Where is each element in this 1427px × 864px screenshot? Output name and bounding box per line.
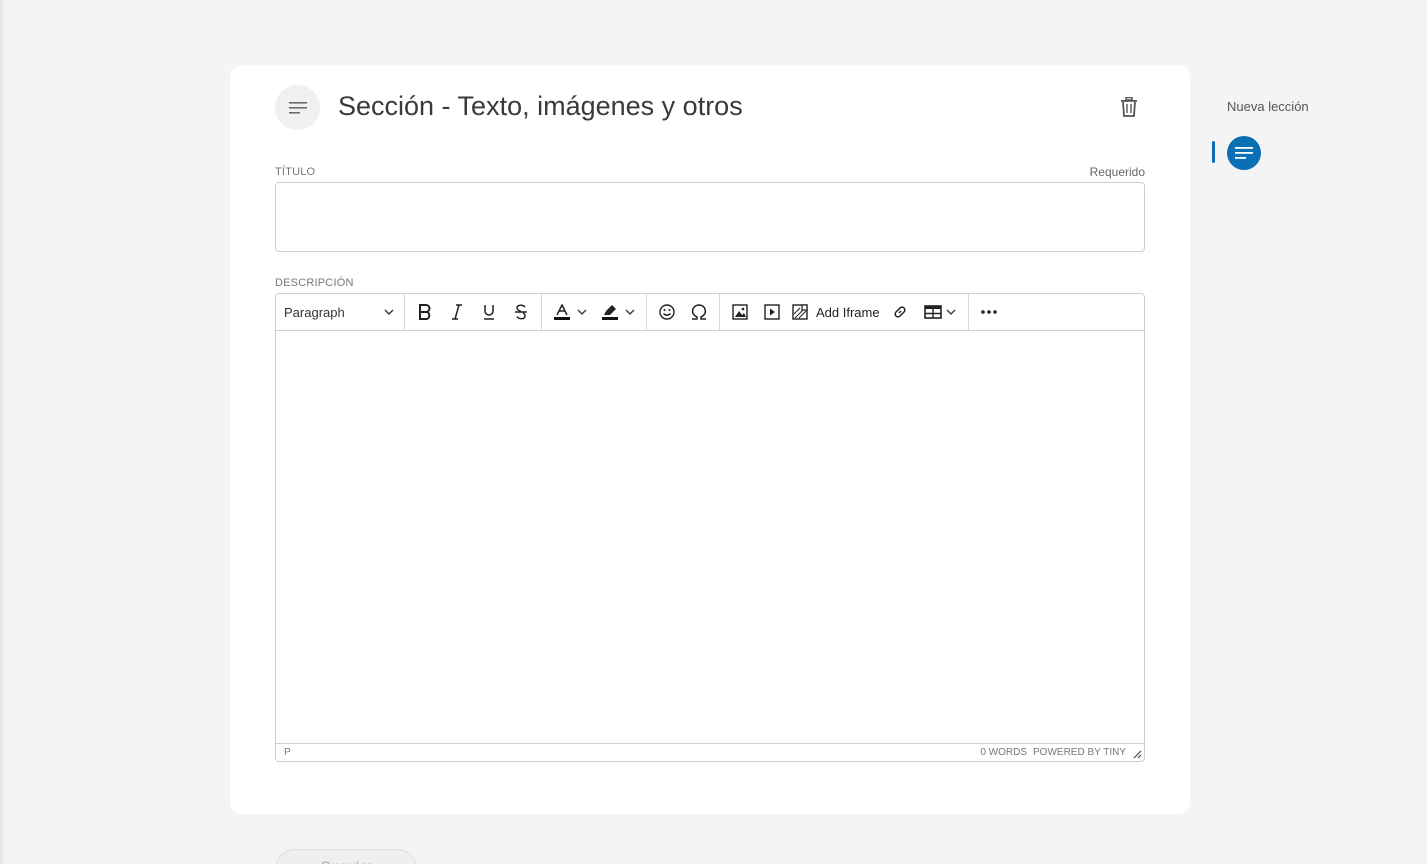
iframe-icon [792, 304, 808, 320]
toolbar-group-media: Add Iframe [720, 294, 969, 331]
toolbar-group-style [405, 294, 542, 331]
bold-button[interactable] [409, 298, 441, 326]
section-type-badge [275, 85, 320, 130]
emoji-button[interactable] [651, 298, 683, 326]
block-format-value: Paragraph [284, 304, 345, 320]
editor-content-area[interactable] [276, 331, 1144, 744]
toolbar-group-color [542, 294, 647, 331]
toolbar-group-format: Paragraph [276, 294, 405, 331]
title-input[interactable] [275, 182, 1145, 252]
trash-icon [1121, 97, 1137, 117]
bold-icon [419, 304, 431, 320]
toolbar-group-insert-char [647, 294, 720, 331]
underline-icon [484, 305, 494, 320]
table-button[interactable] [916, 298, 964, 326]
highlight-color-button[interactable] [594, 298, 642, 326]
delete-section-button[interactable] [1117, 95, 1141, 119]
insert-link-button[interactable] [884, 298, 916, 326]
editor-toolbar: Paragraph Add Iframe [276, 294, 1144, 331]
italic-icon [452, 304, 462, 320]
resize-handle-icon[interactable] [1133, 750, 1142, 759]
emoji-icon [659, 304, 675, 320]
insert-media-button[interactable] [756, 298, 788, 326]
toolbar-group-more [969, 294, 1009, 331]
lesson-nav-item[interactable] [1227, 136, 1261, 170]
element-path[interactable]: P [284, 747, 291, 758]
description-field-label: DESCRIPCIÓN [275, 277, 354, 289]
section-card: Sección - Texto, imágenes y otros TÍTULO… [230, 65, 1190, 814]
link-icon [894, 306, 906, 318]
special-character-button[interactable] [683, 298, 715, 326]
block-format-select[interactable]: Paragraph [278, 298, 400, 326]
editor-statusbar: P 0 WORDS POWERED BY TINY [276, 743, 1144, 761]
strikethrough-icon [515, 304, 527, 320]
section-title: Sección - Texto, imágenes y otros [338, 91, 743, 121]
text-lines-icon [288, 101, 307, 114]
active-lesson-indicator [1212, 141, 1215, 163]
new-lesson-label: Nueva lección [1227, 99, 1309, 114]
left-edge-divider [0, 0, 3, 864]
insert-image-button[interactable] [724, 298, 756, 326]
save-button[interactable]: Guardar [275, 849, 417, 864]
text-color-button[interactable] [546, 298, 594, 326]
more-options-button[interactable] [973, 298, 1005, 326]
statusbar-right: 0 WORDS POWERED BY TINY [980, 747, 1136, 758]
add-iframe-button[interactable]: Add Iframe [788, 298, 884, 326]
image-icon [732, 304, 748, 320]
chevron-down-icon [384, 309, 394, 315]
underline-button[interactable] [473, 298, 505, 326]
add-iframe-label: Add Iframe [816, 304, 880, 320]
media-icon [764, 304, 780, 320]
title-field-label: TÍTULO [275, 166, 316, 178]
more-icon [980, 310, 997, 314]
italic-button[interactable] [441, 298, 473, 326]
highlight-icon [602, 305, 618, 320]
text-lines-icon [1235, 147, 1253, 159]
chevron-down-icon [577, 309, 587, 315]
table-icon [923, 305, 942, 319]
text-color-icon [554, 304, 570, 320]
strikethrough-button[interactable] [505, 298, 537, 326]
chevron-down-icon [625, 309, 635, 315]
omega-icon [691, 304, 707, 320]
powered-by-link[interactable]: POWERED BY TINY [1033, 747, 1126, 758]
chevron-down-icon [946, 309, 956, 315]
title-required-note: Requerido [1089, 165, 1145, 179]
word-count[interactable]: 0 WORDS [980, 747, 1027, 758]
rich-text-editor: Paragraph Add Iframe P 0 WORDS POWERED B… [275, 293, 1145, 762]
